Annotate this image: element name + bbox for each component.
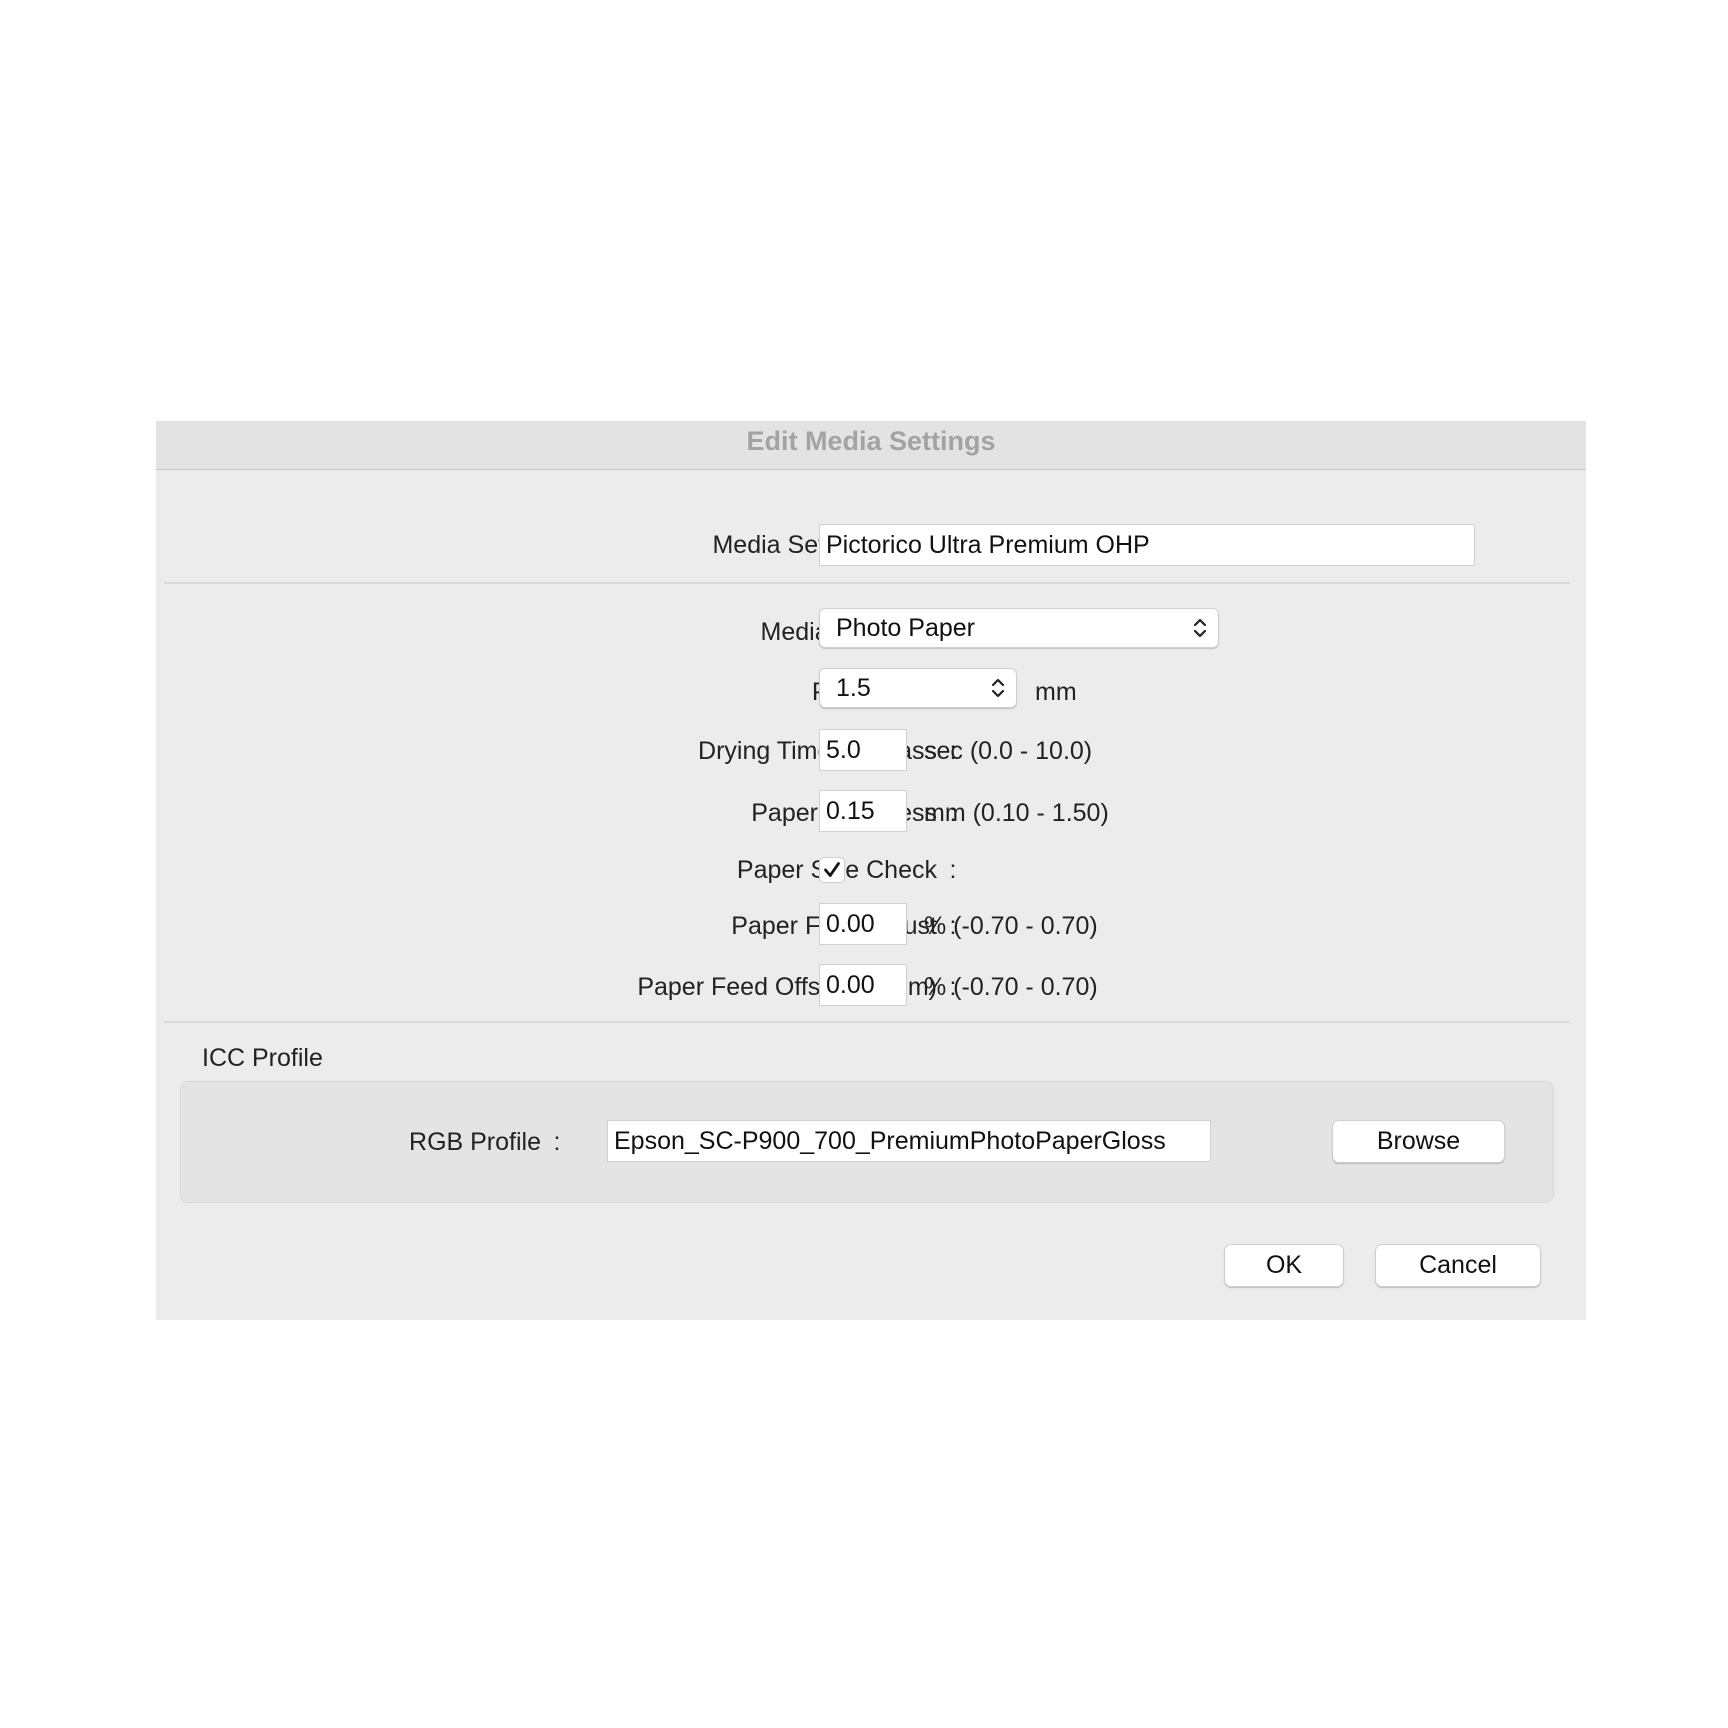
platen-gap-unit: mm [1035, 678, 1077, 706]
separator [164, 1021, 1570, 1023]
drying-time-range: sec (0.0 - 10.0) [924, 737, 1093, 765]
rgb-profile-input[interactable] [607, 1120, 1211, 1162]
checkmark-icon [824, 862, 840, 877]
media-category-value: Photo Paper [836, 613, 975, 642]
media-setting-name-input[interactable] [819, 524, 1475, 566]
colon: : [949, 856, 957, 884]
dialog-title: Edit Media Settings [746, 426, 996, 456]
rgb-profile-label: RGB Profile [409, 1128, 541, 1156]
platen-gap-value: 1.5 [836, 673, 871, 702]
chevron-up-down-icon [1193, 618, 1207, 638]
edit-media-settings-dialog: Edit Media Settings Media Setting Name :… [156, 421, 1586, 1320]
chevron-up-down-icon [991, 678, 1005, 698]
platen-gap-select[interactable]: 1.5 [819, 668, 1017, 708]
icc-profile-group: RGB Profile : Browse [180, 1081, 1554, 1203]
media-category-select[interactable]: Photo Paper [819, 608, 1219, 648]
paper-feed-adjust-input[interactable] [819, 903, 907, 945]
separator [164, 582, 1570, 584]
cancel-button[interactable]: Cancel [1375, 1244, 1541, 1287]
paper-feed-adjust-range: % (-0.70 - 0.70) [924, 912, 1098, 940]
icc-profile-section-title: ICC Profile [202, 1044, 323, 1072]
drying-time-input[interactable] [819, 729, 907, 771]
paper-size-check-checkbox[interactable] [819, 857, 845, 883]
browse-button[interactable]: Browse [1332, 1120, 1505, 1163]
paper-thickness-input[interactable] [819, 790, 907, 832]
paper-feed-offset-input[interactable] [819, 964, 907, 1006]
paper-thickness-range: mm (0.10 - 1.50) [924, 799, 1109, 827]
ok-button[interactable]: OK [1224, 1244, 1344, 1287]
colon: : [553, 1128, 561, 1156]
paper-feed-offset-range: % (-0.70 - 0.70) [924, 973, 1098, 1001]
title-bar: Edit Media Settings [156, 421, 1586, 470]
